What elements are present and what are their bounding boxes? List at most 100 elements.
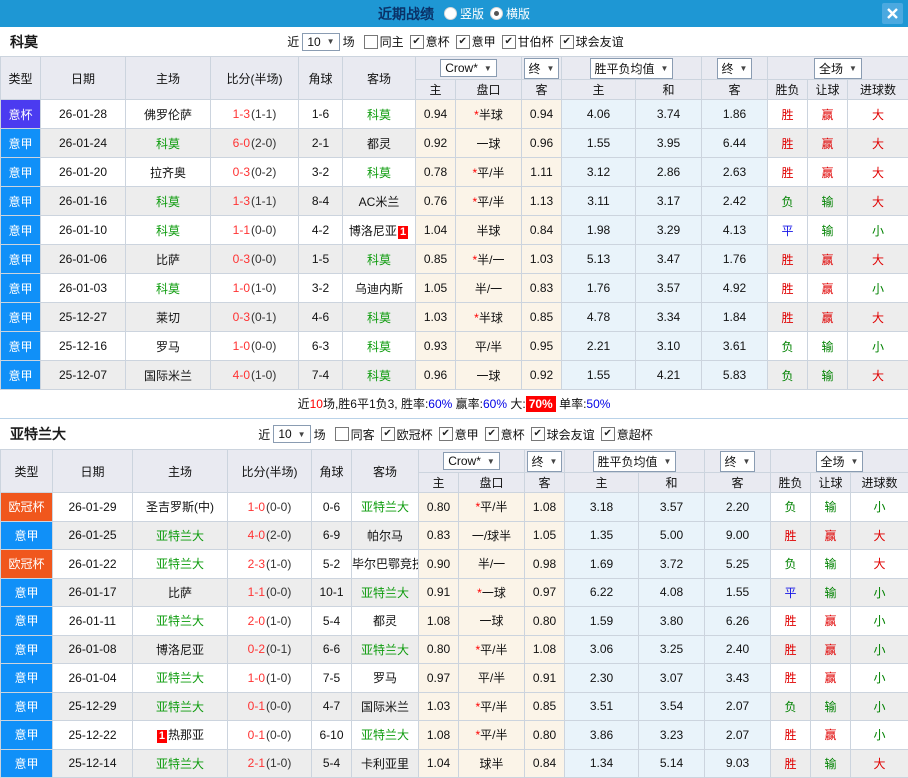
match-row: 意甲25-12-16罗马1-0(0-0)6-3科莫0.93平/半0.952.21… <box>1 332 908 361</box>
score-cell: 1-0(1-0) <box>228 664 312 693</box>
home-team-cell: 亚特兰大 <box>133 692 228 721</box>
league-checkbox[interactable]: 意甲 <box>456 33 496 50</box>
avg-draw-cell: 3.57 <box>636 274 702 303</box>
let-ball-result-cell: 输 <box>808 361 848 390</box>
avg-home-cell: 3.86 <box>565 721 639 750</box>
home-odds-cell: 0.93 <box>416 332 456 361</box>
league-checkbox[interactable]: 意杯 <box>485 426 525 443</box>
corner-cell: 2-1 <box>299 129 343 158</box>
handicap-cell: 一/球半 <box>459 521 525 550</box>
league-label: 意杯 <box>426 33 450 50</box>
match-row: 意甲26-01-11亚特兰大2-0(1-0)5-4都灵1.08一球0.801.5… <box>1 607 908 636</box>
same-venue-checkbox[interactable]: 同客 <box>335 426 375 443</box>
scope-select[interactable]: 全场 ▼ <box>814 58 862 79</box>
goals-result-cell: 大 <box>851 550 908 579</box>
handicap-cell: 一球 <box>456 129 522 158</box>
odds-source-header: Crow* ▼ <box>419 450 525 473</box>
avg-select[interactable]: 胜平负均值 ▼ <box>593 451 677 472</box>
summary-segment: 60% <box>428 397 452 411</box>
final-left-header: 终 ▼ <box>525 450 565 473</box>
goals-result-cell: 大 <box>848 158 908 187</box>
match-row: 意甲25-12-07国际米兰4-0(1-0)7-4科莫0.96一球0.921.5… <box>1 361 908 390</box>
home-team-cell: 比萨 <box>133 578 228 607</box>
away-odds-cell: 1.08 <box>525 635 565 664</box>
avg-draw-cell: 2.86 <box>636 158 702 187</box>
handicap-cell: *半/一 <box>456 245 522 274</box>
league-checkbox[interactable]: 意超杯 <box>601 426 653 443</box>
corner-cell: 7-4 <box>299 361 343 390</box>
chevron-down-icon: ▼ <box>327 37 335 46</box>
corner-cell: 6-10 <box>312 721 352 750</box>
date-cell: 25-12-07 <box>41 361 126 390</box>
avg-draw-cell: 3.23 <box>639 721 705 750</box>
result-cell: 负 <box>771 550 811 579</box>
scope-select[interactable]: 全场 ▼ <box>816 451 864 472</box>
league-checkbox[interactable]: 意甲 <box>439 426 479 443</box>
near-label: 近 <box>287 33 299 50</box>
col-header-type: 类型 <box>1 57 41 100</box>
radio-vertical-layout[interactable]: 竖版 <box>444 5 484 22</box>
league-checkbox[interactable]: 意杯 <box>410 33 450 50</box>
away-team-cell: 亚特兰大 <box>352 578 419 607</box>
avg-home-cell: 3.06 <box>565 635 639 664</box>
scope-header: 全场 ▼ <box>768 57 908 80</box>
match-row: 意杯26-01-28佛罗伦萨1-3(1-1)1-6科莫0.94*半球0.944.… <box>1 100 908 129</box>
away-team-cell: 毕尔巴鄂竞技 <box>352 550 419 579</box>
away-odds-cell: 0.97 <box>525 578 565 607</box>
col-header-home: 主场 <box>133 450 228 493</box>
same-venue-checkbox[interactable]: 同主 <box>364 33 404 50</box>
goals-result-cell: 大 <box>851 521 908 550</box>
league-checkbox[interactable]: 欧冠杯 <box>381 426 433 443</box>
league-type-cell: 意甲 <box>1 578 53 607</box>
col-header-avg-draw: 和 <box>636 80 702 100</box>
avg-away-cell: 6.26 <box>705 607 771 636</box>
avg-draw-cell: 3.29 <box>636 216 702 245</box>
handicap-cell: *平/半 <box>456 187 522 216</box>
goals-result-cell: 大 <box>851 749 908 778</box>
league-type-cell: 意甲 <box>1 692 53 721</box>
score-cell: 1-0(1-0) <box>211 274 299 303</box>
match-row: 意甲26-01-24科莫6-0(2-0)2-1都灵0.92一球0.961.553… <box>1 129 908 158</box>
home-odds-cell: 1.03 <box>419 692 459 721</box>
col-header-goals: 进球数 <box>851 473 908 493</box>
scope-header: 全场 ▼ <box>771 450 908 473</box>
titlebar: 近期战绩 竖版 横版 <box>0 0 908 27</box>
col-header-odds-home: 主 <box>416 80 456 100</box>
odds-source-select[interactable]: Crow* ▼ <box>443 452 500 470</box>
scope-value: 全场 <box>821 453 845 470</box>
radio-label: 横版 <box>506 5 530 22</box>
avg-select[interactable]: 胜平负均值 ▼ <box>590 58 674 79</box>
odds-source-select[interactable]: Crow* ▼ <box>440 59 497 77</box>
result-cell: 胜 <box>771 749 811 778</box>
away-odds-cell: 1.11 <box>522 158 562 187</box>
final-odds-select-right[interactable]: 终 ▼ <box>717 58 753 79</box>
league-checkbox[interactable]: 甘伯杯 <box>502 33 554 50</box>
chevron-down-icon: ▼ <box>547 64 555 73</box>
avg-home-cell: 1.76 <box>562 274 636 303</box>
goals-result-cell: 小 <box>848 332 908 361</box>
home-odds-cell: 1.03 <box>416 303 456 332</box>
col-header-goals: 进球数 <box>848 80 908 100</box>
matches-label: 场 <box>314 426 326 443</box>
goals-result-cell: 小 <box>851 721 908 750</box>
let-ball-result-cell: 输 <box>811 550 851 579</box>
league-type-cell: 意甲 <box>1 187 41 216</box>
goals-result-cell: 大 <box>848 129 908 158</box>
same-venue-label: 同主 <box>380 33 404 50</box>
corner-cell: 1-5 <box>299 245 343 274</box>
league-checkbox[interactable]: 球会友谊 <box>531 426 595 443</box>
match-count-select[interactable]: 10 ▼ <box>273 425 310 443</box>
close-button[interactable] <box>882 3 903 24</box>
final-odds-select-left[interactable]: 终 ▼ <box>527 451 563 472</box>
odds-source-value: Crow* <box>448 454 481 468</box>
final-odds-select-left[interactable]: 终 ▼ <box>524 58 560 79</box>
match-count-select[interactable]: 10 ▼ <box>302 33 339 51</box>
avg-away-cell: 4.13 <box>702 216 768 245</box>
corner-cell: 0-6 <box>312 493 352 522</box>
league-checkbox[interactable]: 球会友谊 <box>560 33 624 50</box>
avg-draw-cell: 3.74 <box>636 100 702 129</box>
final-odds-select-right[interactable]: 终 ▼ <box>720 451 756 472</box>
away-odds-cell: 1.08 <box>525 493 565 522</box>
home-team-cell: 佛罗伦萨 <box>126 100 211 129</box>
radio-horizontal-layout[interactable]: 横版 <box>490 5 530 22</box>
